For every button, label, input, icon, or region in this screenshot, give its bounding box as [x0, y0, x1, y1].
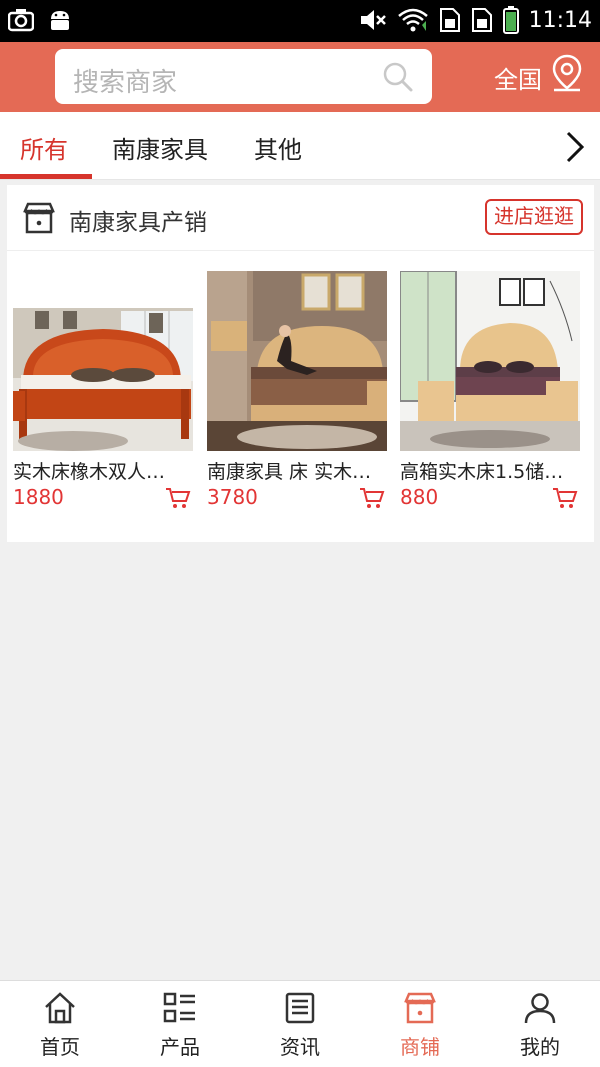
android-icon — [51, 11, 69, 30]
news-icon — [285, 992, 315, 1024]
store-icon — [23, 202, 55, 234]
search-icon[interactable] — [382, 61, 414, 93]
add-to-cart-icon[interactable] — [359, 487, 385, 509]
shop-header[interactable]: 南康家具产销 进店逛逛 — [7, 185, 594, 251]
region-selector[interactable]: 全国 — [494, 60, 542, 95]
product-price: 3780 — [207, 485, 258, 509]
visit-store-button[interactable]: 进店逛逛 — [485, 199, 583, 235]
search-placeholder: 搜索商家 — [73, 68, 178, 98]
bottom-nav: 首页 产品 资讯 商铺 我的 — [0, 980, 600, 1067]
location-pin-icon[interactable] — [551, 54, 583, 92]
active-tab-indicator — [0, 174, 92, 179]
nav-home-label: 首页 — [40, 1035, 80, 1059]
nav-products-label: 产品 — [160, 1035, 200, 1059]
sim2-icon — [471, 8, 492, 32]
nav-news-label: 资讯 — [280, 1035, 320, 1059]
product-price: 1880 — [13, 485, 64, 509]
product-image[interactable] — [400, 271, 580, 451]
user-icon — [524, 993, 556, 1024]
status-time: 11:14 — [528, 7, 592, 33]
tab-all[interactable]: 所有 — [20, 130, 68, 165]
add-to-cart-icon[interactable] — [165, 487, 191, 509]
nav-shops-label: 商铺 — [400, 1035, 440, 1059]
tab-other[interactable]: 其他 — [254, 130, 302, 165]
shop-icon — [404, 992, 436, 1024]
app-header: 搜索商家 全国 — [0, 42, 600, 112]
tab-nankang-furniture[interactable]: 南康家具 — [112, 130, 208, 165]
mute-icon — [360, 10, 386, 30]
nav-news[interactable]: 资讯 — [240, 981, 360, 1067]
nav-home[interactable]: 首页 — [0, 981, 120, 1067]
nav-profile-label: 我的 — [520, 1035, 560, 1059]
shop-name: 南康家具产销 — [69, 210, 207, 236]
search-input[interactable]: 搜索商家 — [55, 49, 432, 104]
status-bar: 11:14 — [0, 0, 600, 42]
chevron-right-icon[interactable] — [560, 128, 590, 166]
product-title[interactable]: 高箱实木床1.5储… — [400, 457, 580, 484]
home-icon — [45, 992, 75, 1024]
product-title[interactable]: 南康家具 床 实木… — [207, 457, 387, 484]
sim1-icon — [439, 8, 460, 32]
product-price: 880 — [400, 485, 439, 509]
category-tabs: 所有 南康家具 其他 — [0, 112, 600, 180]
shop-card: 南康家具产销 进店逛逛 实木床橡木双人… 1880 南康家具 床 实木… 378… — [7, 185, 594, 542]
screenshot-icon — [8, 9, 34, 32]
product-image[interactable] — [207, 271, 387, 451]
nav-products[interactable]: 产品 — [120, 981, 240, 1067]
add-to-cart-icon[interactable] — [552, 487, 578, 509]
product-title[interactable]: 实木床橡木双人… — [13, 457, 193, 484]
nav-shops[interactable]: 商铺 — [360, 981, 480, 1067]
list-icon — [163, 992, 195, 1023]
wifi-icon — [397, 8, 428, 32]
product-image[interactable] — [13, 271, 193, 451]
nav-profile[interactable]: 我的 — [480, 981, 600, 1067]
battery-icon — [502, 6, 519, 34]
